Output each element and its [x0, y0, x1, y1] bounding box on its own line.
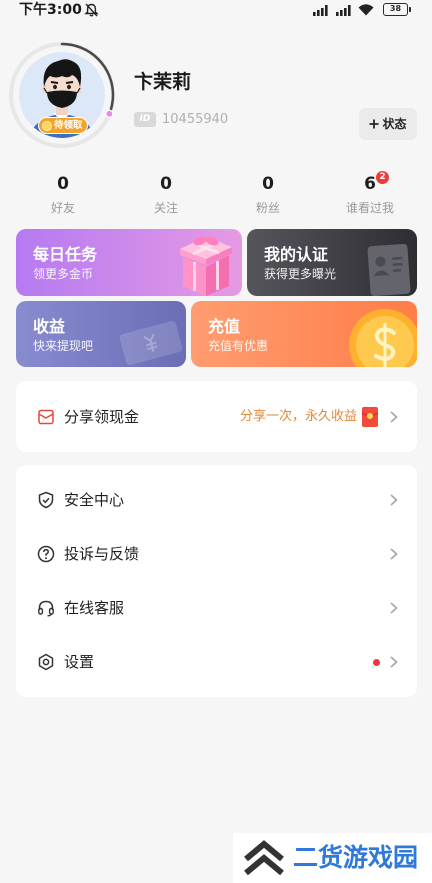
stat-label: 关注 — [153, 201, 178, 215]
card-earnings[interactable]: 收益 快来提现吧 — [16, 301, 186, 367]
card-title: 收益 — [33, 317, 66, 336]
menu-item-security-center[interactable]: 安全中心 — [16, 473, 417, 527]
signal-icon — [336, 5, 351, 16]
user-id: 10455940 — [162, 112, 229, 127]
bell-off-icon — [84, 3, 99, 17]
stat-label: 谁看过我 — [345, 201, 394, 215]
card-title: 每日任务 — [33, 245, 98, 264]
stat-label: 好友 — [50, 201, 75, 215]
status-button-label: 状态 — [382, 117, 407, 131]
share-promo-text: 分享一次，永久收益 — [239, 409, 357, 424]
visitors-count-badge: 2 — [376, 171, 389, 184]
user-name: 卞茉莉 — [134, 71, 192, 93]
ticket-icon — [119, 320, 183, 366]
card-recharge[interactable]: 充值 充值有优惠 — [191, 301, 417, 367]
id-card-icon — [367, 243, 411, 296]
share-panel: 分享领现金 分享一次，永久收益 — [16, 381, 417, 452]
avatar-ring-dot — [105, 109, 114, 118]
menu-item-label: 在线客服 — [64, 599, 125, 617]
stat-value: 0 — [57, 174, 69, 194]
chevron-right-icon — [390, 656, 398, 668]
card-my-verification[interactable]: 我的认证 获得更多曝光 — [247, 229, 417, 296]
chevron-right-icon — [390, 602, 398, 614]
card-title: 充值 — [208, 317, 241, 336]
settings-icon — [38, 653, 54, 671]
plus-icon — [369, 119, 379, 129]
wifi-icon — [358, 4, 374, 16]
menu-item-complaints-feedback[interactable]: 投诉与反馈 — [16, 527, 417, 581]
gift-box-icon — [180, 236, 232, 296]
shield-check-icon — [38, 491, 54, 509]
coin-icon — [349, 309, 417, 367]
card-subtitle: 快来提现吧 — [33, 339, 94, 353]
id-tag: ID — [134, 112, 156, 127]
share-envelope-icon — [38, 409, 54, 425]
menu-item-online-support[interactable]: 在线客服 — [16, 581, 417, 635]
status-button[interactable]: 状态 — [359, 108, 417, 140]
stat-value: 0 — [262, 174, 274, 194]
chevron-right-icon — [390, 494, 398, 506]
red-envelope-icon — [362, 407, 378, 427]
card-title: 我的认证 — [264, 245, 329, 264]
stat-label: 粉丝 — [255, 201, 280, 215]
battery-nub — [409, 7, 411, 12]
stat-value: 0 — [160, 174, 172, 194]
watermark-text: 二货游戏园 — [293, 843, 419, 872]
menu-item-label: 设置 — [64, 653, 95, 671]
settings-menu: 安全中心 投诉与反馈 在线客服 设置 — [16, 465, 417, 697]
chevron-right-icon — [390, 548, 398, 560]
watermark-logo-icon — [244, 840, 284, 876]
card-daily-tasks[interactable]: 每日任务 领更多金币 — [16, 229, 242, 296]
headset-icon — [38, 600, 54, 617]
card-subtitle: 领更多金币 — [33, 267, 94, 281]
stat-friends[interactable]: 0 好友 — [13, 170, 113, 220]
avatar-claim-badge[interactable]: 待领取 — [38, 117, 88, 134]
coin-icon — [42, 120, 52, 131]
share-cash-row[interactable]: 分享领现金 分享一次，永久收益 — [16, 390, 417, 444]
signal-icon — [313, 5, 328, 16]
chevron-right-icon — [390, 411, 398, 423]
menu-item-label: 安全中心 — [64, 491, 125, 509]
stat-value: 6 — [364, 174, 376, 194]
card-subtitle: 充值有优惠 — [208, 339, 269, 353]
question-circle-icon — [37, 545, 55, 563]
notification-dot — [373, 659, 380, 666]
stat-visitors[interactable]: 6 谁看过我 — [320, 170, 420, 220]
stat-fans[interactable]: 0 粉丝 — [218, 170, 318, 220]
card-subtitle: 获得更多曝光 — [264, 267, 337, 281]
avatar-badge-label: 待领取 — [54, 119, 83, 131]
share-label: 分享领现金 — [64, 408, 140, 426]
status-time: 下午3:00 — [19, 2, 82, 18]
battery-icon: 38 — [383, 3, 408, 16]
stat-following[interactable]: 0 关注 — [116, 170, 216, 220]
menu-item-settings[interactable]: 设置 — [16, 635, 417, 689]
menu-item-label: 投诉与反馈 — [64, 545, 140, 563]
